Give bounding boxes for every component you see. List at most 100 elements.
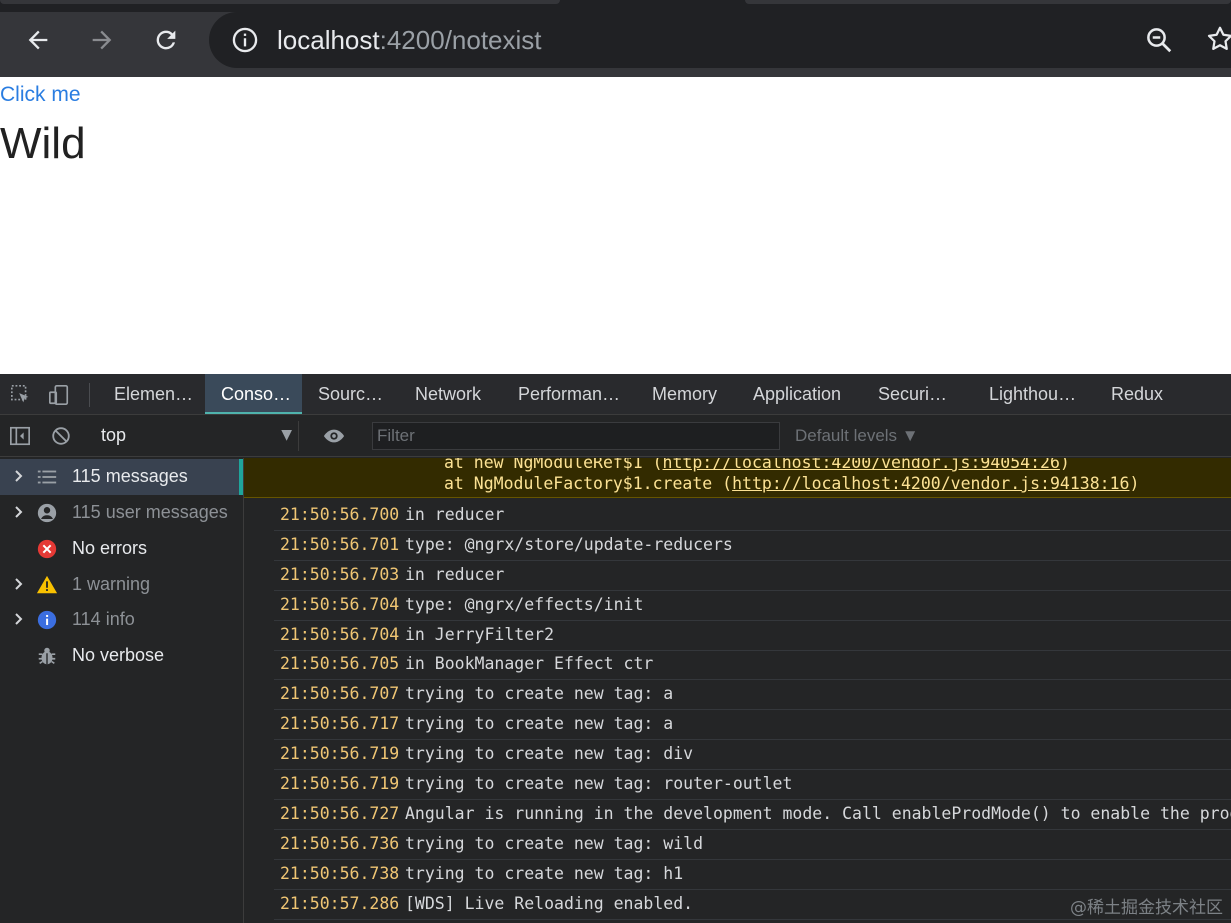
log-message: in reducer [405,565,505,584]
log-row[interactable]: 21:50:56.705 in BookManager Effect ctr [274,650,1231,680]
device-toolbar-icon[interactable] [48,384,70,406]
log-row[interactable]: 21:50:56.704 in JerryFilter2 [274,621,1231,651]
sidebar-item-label: 114 info [72,609,135,629]
console-toolbar: top ▼ Default levels ▼ [0,415,1231,457]
sidebar-item-user-messages[interactable]: 115 user messages [0,495,243,531]
list-icon [37,470,57,484]
address-bar[interactable]: localhost:4200/notexist [209,12,1231,68]
error-icon [37,539,57,559]
eye-icon[interactable] [322,425,346,447]
devtools-tab-bar: Elemen… Conso… Sourc… Network Performan…… [0,374,1231,415]
log-row[interactable]: 21:50:56.703 in reducer [274,561,1231,591]
log-timestamp: 21:50:56.719 [280,744,400,763]
sidebar-item-warnings[interactable]: 1 warning [0,567,243,603]
log-row[interactable]: 21:50:56.700 in reducer [274,501,1231,531]
log-timestamp: 21:50:56.736 [280,834,400,853]
log-message: trying to create new tag: router-outlet [405,774,793,793]
tab-console[interactable]: Conso… [205,374,302,414]
page-heading: Wild [0,119,86,168]
context-selector[interactable]: top ▼ [93,421,299,451]
log-timestamp: 21:50:56.704 [280,625,400,644]
chevron-right-icon [15,506,23,518]
url-text[interactable]: localhost:4200/notexist [277,25,542,55]
tab-sources[interactable]: Sourc… [302,374,399,414]
browser-toolbar: localhost:4200/notexist [0,0,1231,77]
reload-button[interactable] [148,22,184,58]
filter-input[interactable] [372,422,780,450]
stack-trace-line: at NgModuleFactory$1.create (http://loca… [444,474,1140,493]
sidebar-item-verbose[interactable]: No verbose [0,638,243,674]
log-levels-dropdown[interactable]: Default levels ▼ [795,426,919,446]
log-message: trying to create new tag: wild [405,834,704,853]
stack-trace-line: at new NgModuleRef$1 (http://localhost:4… [444,458,1070,472]
zoom-out-icon[interactable] [1144,25,1174,55]
log-row[interactable]: 21:50:56.719 trying to create new tag: ro… [274,770,1231,800]
log-row[interactable]: 21:50:56.707 trying to create new tag: a [274,680,1231,710]
sidebar-item-label: No errors [72,538,148,558]
console-sidebar: 115 messages 115 user messages No errors [0,458,244,923]
log-row[interactable]: 21:50:56.717 trying to create new tag: a [274,710,1231,740]
sidebar-toggle-icon[interactable] [9,425,31,447]
tab-performance[interactable]: Performan… [502,374,636,414]
sidebar-item-label: 115 user messages [72,502,228,522]
log-row[interactable]: 21:50:56.704 type: @ngrx/effects/init [274,591,1231,621]
sidebar-item-messages[interactable]: 115 messages [0,459,243,495]
bookmark-star-icon[interactable] [1205,24,1231,54]
log-message: trying to create new tag: h1 [405,864,684,883]
tab-network[interactable]: Network [399,374,497,414]
watermark: @稀土掘金技术社区 [1070,898,1223,918]
sidebar-item-label: No verbose [72,645,165,665]
page-viewport: Click me Wild [0,77,1231,374]
tab-application[interactable]: Application [737,374,857,414]
tab-redux[interactable]: Redux [1095,374,1179,414]
arrow-left-icon [28,30,48,50]
log-timestamp: 21:50:56.738 [280,864,400,883]
click-me-link[interactable]: Click me [0,83,81,107]
source-link[interactable]: http://localhost:4200/vendor.js:94054:26 [663,458,1060,472]
chevron-right-icon [15,470,23,482]
console-output: at new NgModuleRef$1 (http://localhost:4… [244,458,1231,923]
tab-memory[interactable]: Memory [636,374,733,414]
tab-security[interactable]: Securi… [862,374,963,414]
log-message: [WDS] Live Reloading enabled. [405,894,694,913]
dropdown-arrow-icon: ▼ [281,427,292,443]
log-message: trying to create new tag: a [405,714,674,733]
clear-console-icon[interactable] [50,425,72,447]
tab-lighthouse[interactable]: Lighthou… [973,374,1092,414]
reload-icon [156,30,176,50]
source-link[interactable]: http://localhost:4200/vendor.js:94138:16 [732,474,1129,493]
warning-icon [36,575,58,594]
chevron-right-icon [15,613,23,625]
forward-button[interactable] [84,22,120,58]
browser-tab[interactable] [0,0,560,4]
browser-tab[interactable] [745,0,1231,4]
log-timestamp: 21:50:56.704 [280,595,400,614]
log-message: type: @ngrx/store/update-reducers [405,535,733,554]
sidebar-item-errors[interactable]: No errors [0,531,243,567]
log-timestamp: 21:50:56.705 [280,654,400,673]
log-row[interactable]: 21:50:56.727 Angular is running in the de… [274,800,1231,830]
log-row[interactable]: 21:50:56.701 type: @ngrx/store/update-red… [274,531,1231,561]
toolbar-divider [89,383,90,407]
log-timestamp: 21:50:57.286 [280,894,400,913]
tab-elements[interactable]: Elemen… [98,374,209,414]
sidebar-item-label: 1 warning [72,574,151,594]
back-button[interactable] [20,22,56,58]
tab-strip [0,0,1231,12]
log-timestamp: 21:50:56.727 [280,804,400,823]
log-row[interactable]: 21:50:56.719 trying to create new tag: di… [274,740,1231,770]
log-timestamp: 21:50:56.700 [280,505,400,524]
log-message: Angular is running in the development mo… [405,804,1231,823]
log-timestamp: 21:50:56.703 [280,565,400,584]
log-message: in BookManager Effect ctr [405,654,654,673]
sidebar-item-label: 115 messages [72,466,188,486]
log-row[interactable]: 21:50:56.736 trying to create new tag: wi… [274,830,1231,860]
sidebar-item-info[interactable]: 114 info [0,602,243,638]
log-timestamp: 21:50:56.719 [280,774,400,793]
stack-trace-block: at new NgModuleRef$1 (http://localhost:4… [244,458,1231,498]
url-host: localhost [277,25,380,55]
log-message: in reducer [405,505,505,524]
inspect-element-icon[interactable] [10,384,32,406]
log-row[interactable]: 21:50:56.738 trying to create new tag: h1 [274,860,1231,890]
site-info-icon[interactable] [231,26,259,54]
